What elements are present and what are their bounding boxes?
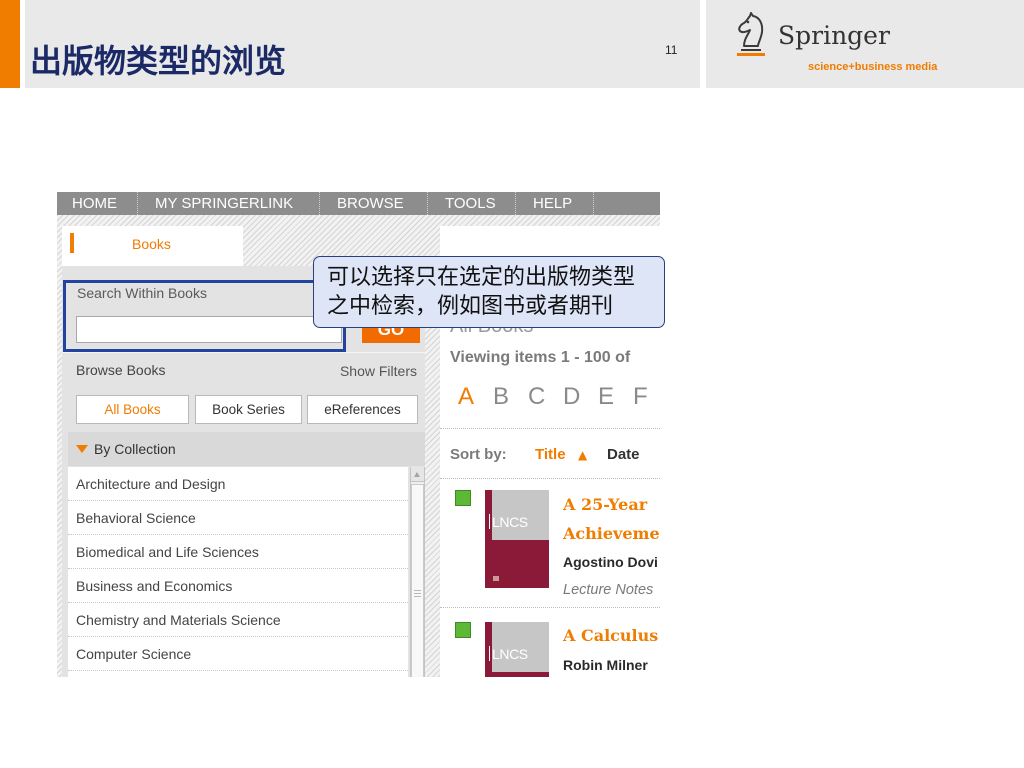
sort-ascending-icon[interactable]: ▲	[578, 448, 587, 462]
show-filters-link[interactable]: Show Filters	[340, 363, 417, 379]
collection-list: Architecture and Design Behavioral Scien…	[68, 467, 408, 677]
book-cover[interactable]: LNCS	[485, 622, 549, 677]
ereferences-button[interactable]: eReferences	[307, 395, 418, 424]
knight-icon	[738, 12, 764, 51]
logo-wordmark: Springer	[778, 21, 890, 50]
scroll-thumb[interactable]	[411, 484, 424, 677]
callout-note: 可以选择只在选定的出版物类型 之中检索，例如图书或者期刊	[313, 256, 665, 328]
cover-rule	[489, 514, 490, 529]
collection-item[interactable]: Biomedical and Life Sciences	[68, 535, 408, 569]
divider	[440, 607, 660, 608]
accent-bar	[0, 0, 20, 88]
book-author: Agostino Dovi	[563, 554, 658, 570]
section-divider	[62, 352, 425, 353]
letter-filter-e[interactable]: E	[598, 382, 633, 412]
book-title[interactable]: A Calculus	[563, 625, 658, 647]
letter-filter-c[interactable]: C	[528, 382, 563, 412]
callout-line: 可以选择只在选定的出版物类型	[327, 265, 636, 290]
book-series[interactable]: Lecture Notes	[563, 582, 653, 598]
logo-tagline: science+business media	[808, 61, 938, 73]
browse-books-title: Browse Books	[76, 362, 166, 378]
sort-by-date[interactable]: Date	[607, 446, 640, 464]
nav-browse[interactable]: BROWSE	[320, 192, 428, 215]
nav-tools[interactable]: TOOLS	[428, 192, 516, 215]
book-series-button[interactable]: Book Series	[195, 395, 302, 424]
collection-item[interactable]: Architecture and Design	[68, 467, 408, 501]
collection-scrollbar[interactable]	[410, 467, 425, 677]
page-number: 11	[665, 43, 678, 57]
collection-item[interactable]: Business and Economics	[68, 569, 408, 603]
publisher-mark-icon	[493, 576, 499, 581]
grip-icon	[414, 590, 421, 597]
nav-home[interactable]: HOME	[57, 192, 138, 215]
cover-series-label: LNCS	[492, 514, 528, 530]
all-books-button[interactable]: All Books	[76, 395, 189, 424]
access-indicator	[455, 622, 471, 638]
collection-item[interactable]: Computer Science	[68, 637, 408, 671]
top-nav: HOME MY SPRINGERLINK BROWSE TOOLS HELP	[57, 192, 660, 215]
alphabet-filter: A B C D E F	[458, 382, 660, 412]
collection-item[interactable]: Chemistry and Materials Science	[68, 603, 408, 637]
letter-filter-b[interactable]: B	[493, 382, 528, 412]
tab-books[interactable]: Books	[62, 226, 243, 266]
title-band: 出版物类型的浏览 11	[25, 0, 700, 88]
result-item: LNCS A Calculus Robin Milner	[440, 622, 660, 677]
nav-help[interactable]: HELP	[516, 192, 594, 215]
tab-active-marker	[70, 233, 74, 253]
book-cover[interactable]: LNCS	[485, 490, 549, 588]
letter-filter-a[interactable]: A	[458, 382, 493, 412]
result-item: LNCS A 25-Year Achieveme Agostino Dovi L…	[440, 490, 660, 607]
callout-line: 之中检索，例如图书或者期刊	[327, 294, 614, 319]
letter-filter-d[interactable]: D	[563, 382, 598, 412]
cover-series-label: LNCS	[492, 646, 528, 662]
collection-item[interactable]: Behavioral Science	[68, 501, 408, 535]
cover-bottom	[485, 672, 549, 677]
sort-by-title[interactable]: Title	[535, 446, 566, 464]
book-title[interactable]: A 25-Year	[563, 494, 647, 516]
letter-filter-f[interactable]: F	[633, 382, 660, 412]
scroll-up-arrow-icon	[414, 472, 420, 477]
cover-rule	[489, 646, 490, 661]
by-collection-toggle[interactable]: By Collection	[68, 432, 425, 466]
search-highlight-box	[63, 280, 346, 352]
scroll-up-button[interactable]	[411, 467, 424, 482]
sort-label: Sort by:	[450, 446, 507, 463]
access-indicator	[455, 490, 471, 506]
by-collection-label: By Collection	[94, 441, 176, 457]
logo-underline	[737, 53, 765, 56]
divider	[440, 428, 660, 429]
slide-title: 出版物类型的浏览	[30, 42, 287, 80]
cover-bottom	[485, 540, 549, 588]
nav-my-springerlink[interactable]: MY SPRINGERLINK	[138, 192, 320, 215]
viewing-count: Viewing items 1 - 100 of	[450, 349, 631, 366]
tab-label: Books	[132, 236, 171, 252]
book-author: Robin Milner	[563, 657, 648, 673]
book-title[interactable]: Achieveme	[563, 523, 660, 545]
springer-logo: Springer science+business media	[706, 0, 1024, 88]
triangle-down-icon	[76, 445, 88, 453]
divider	[440, 478, 660, 479]
